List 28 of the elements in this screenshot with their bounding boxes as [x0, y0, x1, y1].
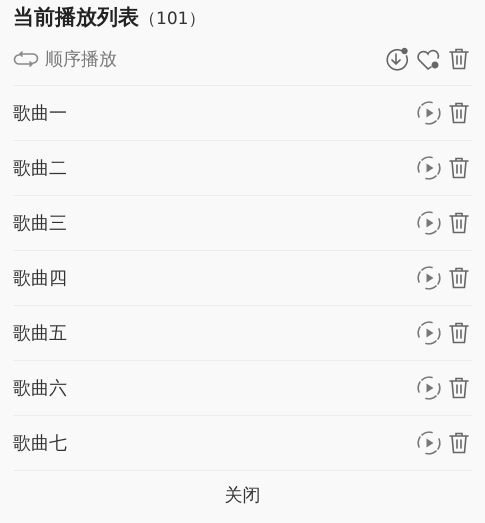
song-title[interactable]: 歌曲二: [13, 156, 67, 180]
trash-icon[interactable]: [448, 156, 470, 180]
trash-icon[interactable]: [448, 321, 470, 345]
trash-icon[interactable]: [448, 376, 470, 400]
repeat-icon: [13, 50, 39, 68]
song-title[interactable]: 歌曲四: [13, 266, 67, 290]
play-icon[interactable]: [416, 430, 442, 456]
trash-icon[interactable]: [448, 211, 470, 235]
play-icon[interactable]: [416, 155, 442, 181]
play-icon[interactable]: [416, 210, 442, 236]
song-title[interactable]: 歌曲五: [13, 321, 67, 345]
trash-icon[interactable]: [448, 266, 470, 290]
song-title[interactable]: 歌曲七: [13, 431, 67, 455]
play-mode-button[interactable]: 顺序播放: [13, 47, 117, 71]
trash-icon[interactable]: [448, 431, 470, 455]
trash-icon[interactable]: [448, 101, 470, 125]
play-icon[interactable]: [416, 100, 442, 126]
download-icon[interactable]: [384, 46, 410, 72]
trash-icon[interactable]: [448, 47, 470, 71]
play-icon[interactable]: [416, 265, 442, 291]
playlist-title: 当前播放列表: [13, 4, 139, 31]
song-title[interactable]: 歌曲一: [13, 101, 67, 125]
play-icon[interactable]: [416, 375, 442, 401]
play-icon[interactable]: [416, 320, 442, 346]
close-button[interactable]: 关闭: [214, 471, 270, 519]
song-title[interactable]: 歌曲三: [13, 211, 67, 235]
song-count: （101）: [139, 8, 206, 30]
song-title[interactable]: 歌曲六: [13, 376, 67, 400]
